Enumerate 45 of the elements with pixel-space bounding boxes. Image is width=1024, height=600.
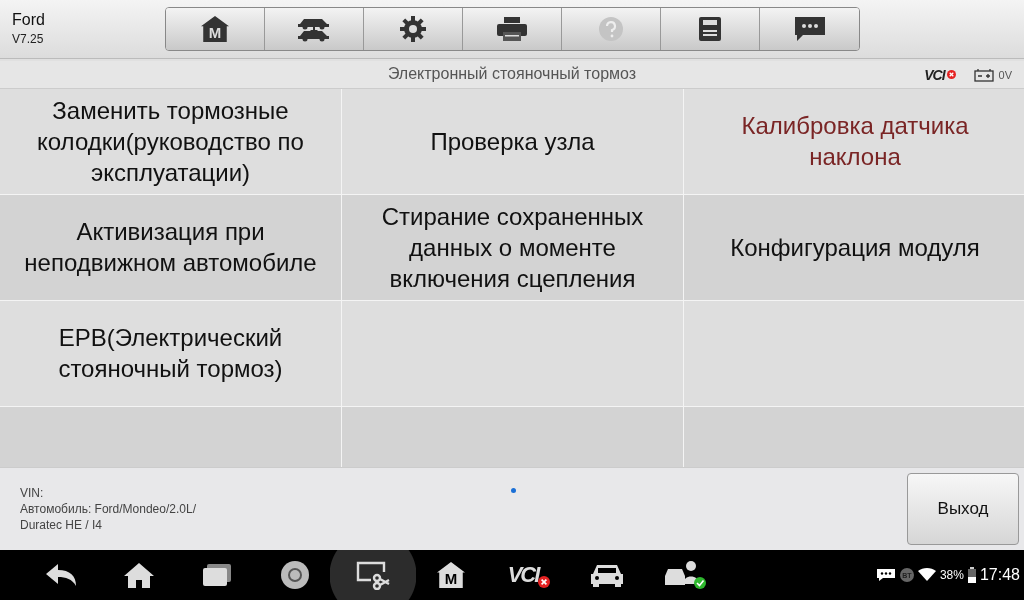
- help-icon: [597, 14, 625, 43]
- screenshot-nav-button[interactable]: [330, 550, 416, 600]
- exit-button[interactable]: Выход: [907, 472, 1019, 545]
- menu-item[interactable]: Активизация при неподвижном автомобиле: [0, 194, 341, 300]
- back-icon: [44, 562, 78, 588]
- home-button[interactable]: M: [166, 7, 265, 50]
- screen-title: Электронный стояночный тормоз: [387, 65, 637, 84]
- software-version: V7.25: [12, 32, 45, 47]
- menu-item[interactable]: Калибровка датчика наклона: [684, 88, 1024, 194]
- car-icon: [590, 562, 624, 588]
- clock: 17:48: [979, 566, 1020, 584]
- cars-button[interactable]: [265, 7, 364, 50]
- home-icon: [123, 561, 155, 589]
- vehicle-info: Duratec HE / I4: [20, 517, 104, 532]
- menu-item[interactable]: EPB(Электрический стояночный тормоз): [0, 300, 341, 406]
- menu-item[interactable]: Стирание сохраненных данных о моменте включения сцепления: [342, 194, 683, 300]
- settings-button[interactable]: [364, 7, 463, 50]
- battery-icon: [967, 567, 976, 583]
- menu-item[interactable]: Конфигурация модуля: [684, 194, 1024, 300]
- recents-icon: [201, 562, 233, 588]
- car-service-icon: [663, 560, 707, 590]
- chat-icon: [792, 14, 827, 43]
- menu-item[interactable]: Проверка узла: [342, 88, 683, 194]
- save-button[interactable]: [661, 7, 760, 50]
- settings-icon: [399, 14, 427, 43]
- browser-icon: [280, 560, 310, 590]
- screenshot-icon: [355, 560, 391, 590]
- vehicle-info: Автомобиль: Ford/Mondeo/2.0L/: [20, 501, 197, 516]
- m-home-nav-button[interactable]: M: [412, 550, 490, 600]
- progress-dot-icon: [511, 487, 516, 493]
- vci-nav-button[interactable]: VCI: [490, 550, 568, 600]
- chat-button[interactable]: [760, 7, 859, 50]
- vci-status: VCI: [924, 66, 945, 83]
- vin-label: VIN:: [20, 485, 45, 500]
- car-battery-icon: [973, 67, 994, 82]
- menu-item[interactable]: Заменить тормозные колодки(руководство по эксплуатации): [0, 88, 341, 194]
- m-house-icon: M: [201, 15, 229, 42]
- m-house-icon: M: [437, 562, 465, 588]
- print-button[interactable]: [463, 7, 562, 50]
- voltage-reading: 0V: [998, 68, 1012, 81]
- message-icon: [875, 568, 896, 582]
- battery-percent: 38%: [939, 568, 964, 582]
- vehicle-make: Ford: [12, 11, 46, 30]
- printer-icon: [496, 15, 528, 42]
- wifi-icon: [917, 568, 936, 582]
